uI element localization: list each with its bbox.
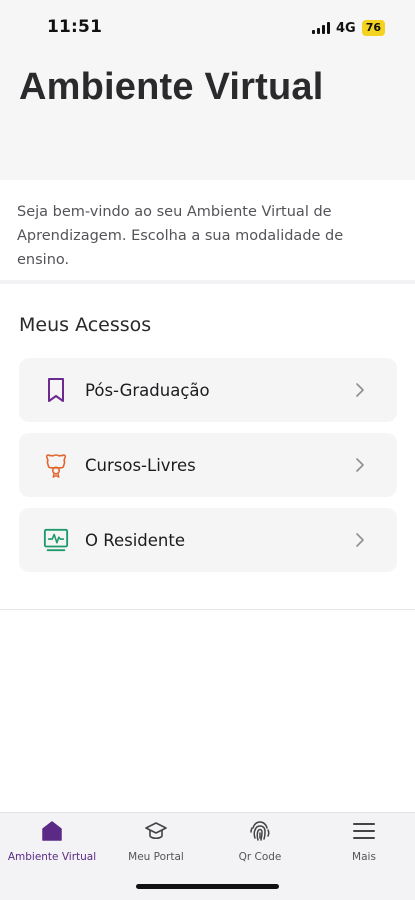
network-type: 4G: [335, 20, 356, 36]
access-item-pos-graduacao[interactable]: Pós-Graduação: [19, 358, 397, 422]
tab-label: Qr Code: [238, 851, 282, 863]
signal-icon: [311, 22, 330, 34]
chevron-right-icon: [355, 382, 365, 398]
access-item-cursos-livres[interactable]: Cursos-Livres: [19, 433, 397, 497]
tab-label: Mais: [352, 851, 376, 863]
status-bar: 11:51 4G 76: [0, 0, 415, 56]
certificate-icon: [43, 452, 69, 478]
chevron-right-icon: [355, 532, 365, 548]
access-item-label: O Residente: [85, 530, 185, 550]
chevron-right-icon: [355, 457, 365, 473]
tab-label: Meu Portal: [128, 851, 184, 863]
graduation-cap-icon: [144, 819, 168, 843]
tab-qr-code[interactable]: Qr Code: [208, 819, 312, 863]
menu-icon: [352, 819, 376, 843]
access-item-o-residente[interactable]: O Residente: [19, 508, 397, 572]
access-item-label: Pós-Graduação: [85, 380, 210, 400]
bookmark-icon: [43, 377, 69, 403]
divider: [0, 609, 415, 610]
status-indicators: 4G 76: [311, 20, 385, 36]
tab-mais[interactable]: Mais: [312, 819, 415, 863]
home-indicator: [136, 884, 279, 889]
fingerprint-icon: [248, 819, 272, 843]
access-item-label: Cursos-Livres: [85, 455, 196, 475]
tab-meu-portal[interactable]: Meu Portal: [104, 819, 208, 863]
battery-icon: 76: [361, 20, 385, 36]
section-title: Meus Acessos: [19, 314, 152, 336]
tab-ambiente-virtual[interactable]: Ambiente Virtual: [0, 819, 104, 863]
intro-section: Seja bem-vindo ao seu Ambiente Virtual d…: [0, 180, 415, 284]
page-title: Ambiente Virtual: [19, 66, 324, 108]
tab-label: Ambiente Virtual: [7, 851, 97, 863]
status-time: 11:51: [47, 17, 103, 37]
intro-text: Seja bem-vindo ao seu Ambiente Virtual d…: [17, 204, 344, 268]
monitor-pulse-icon: [43, 527, 69, 553]
home-icon: [40, 819, 64, 843]
